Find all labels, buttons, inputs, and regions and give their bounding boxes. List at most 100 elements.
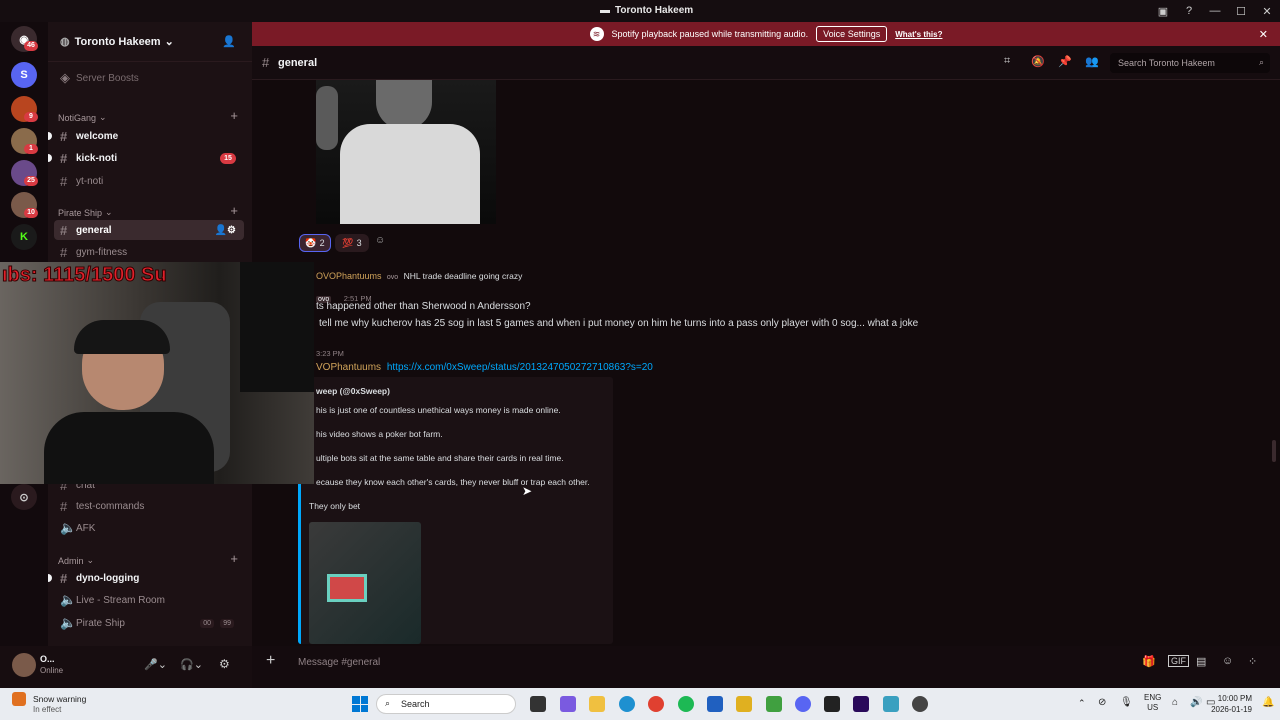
weather-title[interactable]: Snow warning xyxy=(33,694,86,704)
volume-icon[interactable]: 🔊 xyxy=(1190,697,1202,708)
embed-text: his is just one of countless unethical w… xyxy=(316,405,561,415)
gif-icon[interactable]: GIF xyxy=(1168,655,1189,667)
threads-icon[interactable]: ⌗ xyxy=(1004,55,1010,68)
voice-channel-live-stream[interactable]: 🔈 Live - Stream Room xyxy=(54,590,244,610)
file-explorer-icon[interactable] xyxy=(589,696,605,712)
channel-kick-noti[interactable]: # kick-noti 15 xyxy=(48,148,244,168)
chevron-down-icon: ⌄ xyxy=(86,555,95,565)
reaction-hundred[interactable]: 💯 3 xyxy=(335,234,369,252)
search-input[interactable]: Search Toronto Hakeem ⌕ xyxy=(1110,53,1270,73)
sticker-icon[interactable]: ▤ xyxy=(1196,655,1206,668)
windows-start-icon[interactable] xyxy=(352,696,368,712)
category-notigang[interactable]: NotiGang ⌄ xyxy=(58,112,107,123)
server-boosts-item[interactable]: ◈ Server Boosts xyxy=(54,72,244,84)
reply-preview[interactable]: OVOPhantuums ovo NHL trade deadline goin… xyxy=(316,271,522,281)
channel-settings-icon[interactable]: 👤⚙ xyxy=(215,225,236,236)
spotify-taskbar-icon[interactable] xyxy=(678,696,694,712)
gift-icon[interactable]: 🎁 xyxy=(1142,655,1156,668)
hashtag-icon: # xyxy=(60,244,68,260)
avatar[interactable] xyxy=(12,653,36,677)
clock[interactable]: 10:00 PM 2026-01-19 xyxy=(1206,693,1252,715)
language-indicator[interactable]: ENG US xyxy=(1144,693,1161,713)
voice-channel-afk[interactable]: 🔈 AFK xyxy=(54,518,244,538)
message-input[interactable]: Message #general xyxy=(298,657,380,668)
channel-dyno-logging[interactable]: # dyno-logging xyxy=(48,568,244,588)
add-channel-icon[interactable]: + xyxy=(230,551,238,566)
dm-badge: 46 xyxy=(24,41,38,51)
apps-icon[interactable]: ⁘ xyxy=(1248,655,1257,668)
add-channel-icon[interactable]: + xyxy=(230,203,238,218)
chrome-icon[interactable] xyxy=(648,696,664,712)
network-off-icon[interactable]: ⊘ xyxy=(1098,697,1106,708)
category-pirate-ship[interactable]: Pirate Ship ⌄ xyxy=(58,207,113,218)
username: O... xyxy=(40,654,55,664)
message-composer[interactable]: + Message #general 🎁 GIF ▤ ☺ ⁘ xyxy=(262,650,1274,676)
add-reaction-icon[interactable]: ☺ xyxy=(375,235,385,246)
channel-yt-noti[interactable]: # yt-noti xyxy=(54,171,244,191)
user-settings-icon[interactable]: ⚙ xyxy=(219,657,230,671)
notifications-icon[interactable]: 🔔 xyxy=(1262,697,1274,708)
category-admin[interactable]: Admin ⌄ xyxy=(58,555,94,566)
premiere-icon[interactable] xyxy=(853,696,869,712)
message-author[interactable]: VOPhantuums xyxy=(316,362,381,373)
chevron-down-icon: ⌄ xyxy=(164,36,174,48)
hashtag-icon: # xyxy=(60,173,68,189)
notepad-icon[interactable] xyxy=(883,696,899,712)
help-icon[interactable]: ? xyxy=(1176,5,1202,17)
discover-icon[interactable]: ⊙ xyxy=(11,484,37,510)
wifi-icon[interactable]: ⌂ xyxy=(1172,697,1178,708)
pinned-messages-icon[interactable]: 📌 xyxy=(1058,55,1072,68)
chat-scrollbar[interactable] xyxy=(1272,440,1276,462)
chevron-up-icon[interactable]: ⌃ xyxy=(1078,698,1086,709)
embed-video-thumbnail[interactable] xyxy=(309,522,421,644)
microphone-tray-icon[interactable]: 🎙 xyxy=(1120,697,1133,708)
task-view-icon[interactable] xyxy=(530,696,546,712)
ovo-badge: ovo xyxy=(386,274,399,281)
maximize-button[interactable]: ☐ xyxy=(1228,5,1254,18)
inbox-icon[interactable]: ▣ xyxy=(1150,5,1176,18)
speaker-icon: 🔈 xyxy=(60,520,77,535)
user-status: Online xyxy=(40,666,64,675)
channel-test-commands[interactable]: # test-commands xyxy=(54,496,244,516)
server-badge: 1 xyxy=(24,144,38,154)
app-icon-4k[interactable] xyxy=(824,696,840,712)
channel-welcome[interactable]: # welcome xyxy=(48,126,244,146)
close-window-button[interactable]: ✕ xyxy=(1254,5,1280,18)
headphones-icon[interactable]: 🎧⌄ xyxy=(180,658,203,671)
weather-icon xyxy=(12,692,26,706)
taskbar-search[interactable]: ⌕ Search xyxy=(376,694,516,714)
copilot-icon[interactable] xyxy=(560,696,576,712)
message-link[interactable]: https://x.com/0xSweep/status/20132470502… xyxy=(387,362,653,373)
warning-app-icon[interactable] xyxy=(736,696,752,712)
upload-plus-icon[interactable]: + xyxy=(266,652,275,670)
notice-text: Spotify playback paused while transmitti… xyxy=(611,29,809,39)
hashtag-icon: # xyxy=(60,498,68,514)
microphone-icon[interactable]: 🎤⌄ xyxy=(144,658,167,671)
emoji-icon[interactable]: ☺ xyxy=(1222,655,1233,667)
app-icon[interactable] xyxy=(707,696,723,712)
server-icon-blue[interactable]: S xyxy=(11,62,37,88)
boost-icon: ◈ xyxy=(60,72,70,84)
voice-channel-pirate-ship[interactable]: 🔈 Pirate Ship 00 99 xyxy=(54,613,244,633)
image-attachment-photo[interactable] xyxy=(316,80,496,224)
channel-gym-fitness[interactable]: # gym-fitness xyxy=(54,242,244,262)
discord-taskbar-icon[interactable] xyxy=(795,696,811,712)
server-header[interactable]: ◍ Toronto Hakeem ⌄ 👤 xyxy=(48,22,252,62)
obs-icon[interactable] xyxy=(912,696,928,712)
reaction-clown[interactable]: 🤡 2 xyxy=(299,234,331,252)
close-notice-icon[interactable]: ✕ xyxy=(1259,28,1268,41)
edge-icon[interactable] xyxy=(619,696,635,712)
embed-author[interactable]: weep (@0xSweep) xyxy=(316,386,390,396)
member-list-icon[interactable]: 👥 xyxy=(1085,55,1099,68)
minimize-button[interactable]: — xyxy=(1202,5,1228,17)
kick-server-icon[interactable]: K xyxy=(11,224,37,250)
timestamp: 3:23 PM xyxy=(316,349,344,358)
window-title: ▬ Toronto Hakeem xyxy=(600,5,694,16)
invite-icon[interactable]: 👤 xyxy=(222,35,236,48)
channel-general[interactable]: # general 👤⚙ xyxy=(54,220,244,240)
add-channel-icon[interactable]: + xyxy=(230,108,238,123)
notification-settings-icon[interactable]: 🔕 xyxy=(1031,55,1045,68)
voice-settings-button[interactable]: Voice Settings xyxy=(816,26,888,42)
whats-this-link[interactable]: What's this? xyxy=(895,30,942,39)
app-icon-2[interactable] xyxy=(766,696,782,712)
